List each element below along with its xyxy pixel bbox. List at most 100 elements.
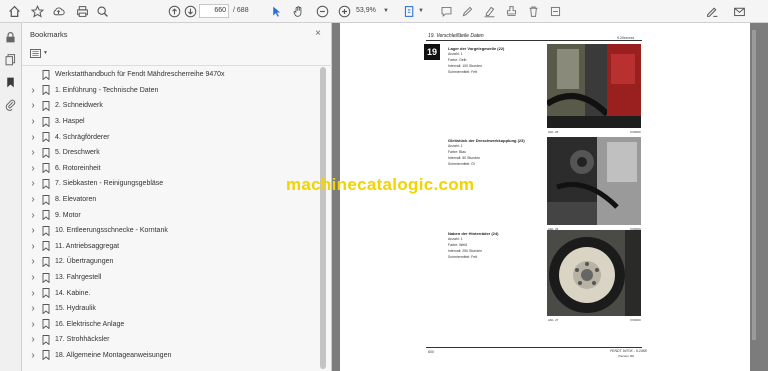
chevron-right-icon[interactable]: › bbox=[28, 225, 38, 236]
bookmark-icon bbox=[42, 179, 50, 189]
star-icon[interactable] bbox=[29, 3, 45, 19]
chevron-right-icon[interactable]: › bbox=[28, 163, 38, 174]
total-pages: 688 bbox=[236, 7, 249, 14]
bookmark-icon bbox=[42, 241, 50, 252]
zoom-in-icon[interactable] bbox=[336, 3, 352, 19]
header-rule bbox=[426, 40, 642, 41]
zoom-level[interactable]: 53,9% bbox=[356, 7, 376, 14]
bookmark-item[interactable]: › 13. Fahrgestell bbox=[26, 270, 322, 286]
toolbar: 660 / 688 53,9% ▼ ▼ bbox=[0, 0, 768, 23]
print-icon[interactable] bbox=[74, 3, 90, 19]
pen-icon[interactable] bbox=[459, 3, 475, 19]
list-options-icon bbox=[30, 48, 41, 58]
page-count: / 688 bbox=[233, 7, 249, 14]
chevron-down-icon[interactable]: ▼ bbox=[383, 8, 389, 14]
bookmark-item[interactable]: › 5. Dreschwerk bbox=[26, 145, 322, 161]
delete-icon[interactable] bbox=[525, 3, 541, 19]
bookmark-item[interactable]: › 3. Haspel bbox=[26, 114, 322, 130]
bookmark-item[interactable]: › 4. Schrägförderer bbox=[26, 129, 322, 145]
bookmark-item[interactable]: › 1. Einführung - Technische Daten bbox=[26, 83, 322, 99]
chevron-right-icon[interactable]: › bbox=[28, 319, 38, 330]
chevron-right-icon[interactable]: › bbox=[28, 147, 38, 158]
page-separator: / bbox=[233, 7, 235, 14]
stamp-icon[interactable] bbox=[503, 3, 519, 19]
chevron-right-icon[interactable]: › bbox=[28, 272, 38, 283]
cursor-icon[interactable] bbox=[268, 3, 284, 19]
page-footer-version: (Version 00) bbox=[618, 354, 635, 358]
figure-code: XX0000 bbox=[630, 130, 641, 134]
email-icon[interactable] bbox=[731, 3, 747, 19]
chevron-right-icon[interactable]: › bbox=[28, 350, 38, 361]
bookmark-label: 14. Kabine. bbox=[55, 289, 91, 297]
document-scrollbar[interactable] bbox=[752, 30, 756, 340]
home-icon[interactable] bbox=[6, 3, 22, 19]
bookmark-item[interactable]: › 2. Schneidwerk bbox=[26, 98, 322, 114]
bookmark-item[interactable]: › 7. Siebkasten - Reinigungsgebläse bbox=[26, 176, 322, 192]
bookmark-item[interactable]: › 15. Hydraulik bbox=[26, 301, 322, 317]
bookmarks-panel: Bookmarks × ▼ Werkstatthandbuch für Fend… bbox=[22, 23, 332, 371]
chapter-number: 19 bbox=[424, 44, 440, 60]
bookmark-item[interactable]: › 8. Elevatoren bbox=[26, 192, 322, 208]
page-down-icon[interactable] bbox=[182, 3, 198, 19]
bookmark-panel-icon[interactable] bbox=[4, 76, 17, 89]
bookmark-label: 15. Hydraulik bbox=[55, 305, 96, 313]
chevron-right-icon[interactable]: › bbox=[28, 178, 38, 189]
page-fit-icon[interactable] bbox=[401, 3, 417, 19]
page-up-icon[interactable] bbox=[166, 3, 182, 19]
bookmark-item[interactable]: › 6. Rotoreinheit bbox=[26, 161, 322, 177]
close-icon[interactable]: × bbox=[315, 28, 321, 39]
lock-icon[interactable] bbox=[4, 31, 17, 44]
chevron-right-icon[interactable]: › bbox=[28, 256, 38, 267]
navigation-rail bbox=[0, 23, 22, 371]
stamp-icon[interactable] bbox=[547, 3, 563, 19]
chevron-down-icon[interactable]: ▼ bbox=[418, 8, 424, 14]
item-line: Intervall: 50 Stunden bbox=[448, 156, 481, 160]
bookmark-item[interactable]: › 9. Motor bbox=[26, 207, 322, 223]
footer-rule bbox=[426, 347, 642, 348]
zoom-out-icon[interactable] bbox=[314, 3, 330, 19]
bookmark-label: 5. Dreschwerk bbox=[55, 149, 100, 157]
bookmark-label: 11. Antriebsaggregat bbox=[55, 242, 120, 250]
bookmark-label: 1. Einführung - Technische Daten bbox=[55, 86, 159, 94]
chevron-right-icon[interactable]: › bbox=[28, 100, 38, 111]
comment-icon[interactable] bbox=[438, 3, 454, 19]
photo-bearing bbox=[547, 44, 641, 128]
attachment-icon[interactable] bbox=[4, 98, 17, 111]
chevron-right-icon[interactable]: › bbox=[28, 334, 38, 345]
bookmark-item[interactable]: › 11. Antriebsaggregat bbox=[26, 239, 322, 255]
bookmark-icon bbox=[42, 147, 50, 158]
cloud-upload-icon[interactable] bbox=[50, 3, 66, 19]
chevron-right-icon[interactable]: › bbox=[28, 116, 38, 127]
chevron-right-icon[interactable]: › bbox=[28, 210, 38, 221]
bookmark-icon bbox=[42, 85, 50, 96]
sign-icon[interactable] bbox=[704, 3, 720, 19]
page-number-input[interactable]: 660 bbox=[199, 4, 229, 18]
watermark: machinecatalogic.com bbox=[286, 175, 475, 194]
bookmark-item[interactable]: › 14. Kabine. bbox=[26, 285, 322, 301]
item-line: Anzahl: 1 bbox=[448, 144, 463, 148]
chevron-right-icon[interactable]: › bbox=[28, 132, 38, 143]
highlight-icon[interactable] bbox=[481, 3, 497, 19]
item-line: Anzahl: 1 bbox=[448, 237, 463, 241]
bookmark-item[interactable]: › 16. Elektrische Anlage bbox=[26, 317, 322, 333]
document-page bbox=[340, 23, 750, 371]
chevron-right-icon[interactable]: › bbox=[28, 303, 38, 314]
bookmark-item[interactable]: › 17. Strohhäcksler bbox=[26, 332, 322, 348]
bookmark-item[interactable]: › 10. Entleerungsschnecke - Korntank bbox=[26, 223, 322, 239]
pages-icon[interactable] bbox=[4, 53, 17, 66]
bookmark-item[interactable]: Werkstatthandbuch für Fendt Mähdrescherr… bbox=[26, 67, 322, 83]
bookmark-label: 10. Entleerungsschnecke - Korntank bbox=[55, 227, 168, 235]
zoom-search-icon[interactable] bbox=[94, 3, 110, 19]
bookmark-item[interactable]: › 12. Übertragungen bbox=[26, 254, 322, 270]
chevron-right-icon[interactable]: › bbox=[28, 241, 38, 252]
hand-icon[interactable] bbox=[290, 3, 306, 19]
bookmark-icon bbox=[42, 303, 50, 314]
chevron-right-icon[interactable]: › bbox=[28, 85, 38, 96]
chevron-right-icon[interactable]: › bbox=[28, 288, 38, 299]
chevron-right-icon[interactable]: › bbox=[28, 194, 38, 205]
bookmark-item[interactable]: › 18. Allgemeine Montageanweisungen bbox=[26, 348, 322, 364]
bookmarks-scrollbar[interactable] bbox=[320, 67, 326, 369]
item-line: Intervall: 100 Stunden bbox=[448, 64, 483, 68]
bookmark-options-button[interactable]: ▼ bbox=[30, 47, 48, 59]
bookmark-label: 2. Schneidwerk bbox=[55, 102, 103, 110]
